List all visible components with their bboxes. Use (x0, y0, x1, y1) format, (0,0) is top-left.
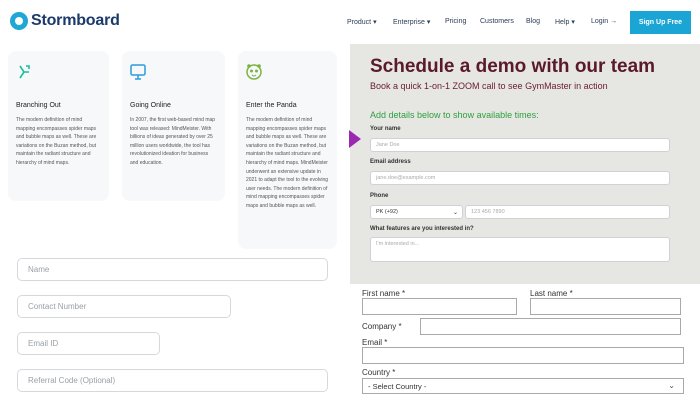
nav-customers[interactable]: Customers (480, 18, 514, 25)
your-name-input[interactable]: Jane Doe (370, 138, 670, 152)
chevron-down-icon: ▾ (373, 19, 377, 26)
features-textarea[interactable]: I'm interested in... (370, 237, 670, 262)
email-id-input[interactable]: Email ID (17, 332, 160, 355)
chevron-down-icon: ⌄ (668, 381, 675, 390)
nav-help-label: Help (555, 19, 570, 26)
nav-product[interactable]: Product ▾ (347, 18, 377, 26)
name-input[interactable]: Name (17, 258, 328, 281)
email-label: Email * (362, 338, 388, 347)
monitor-icon (130, 64, 146, 80)
nav-product-label: Product (347, 19, 372, 26)
country-select[interactable]: - Select Country - ⌄ (362, 378, 684, 394)
your-name-label: Your name (370, 126, 401, 132)
card-text: The modern definition of mind mapping en… (246, 117, 329, 209)
card-text: The modern definition of mind mapping en… (16, 117, 97, 166)
panda-icon (246, 64, 262, 80)
feature-card-online: Going Online In 2007, the first web-base… (122, 51, 225, 201)
top-nav: Stormboard Product ▾ Enterprise ▾ Pricin… (0, 0, 700, 44)
referral-code-input[interactable]: Referral Code (Optional) (17, 369, 328, 392)
demo-add-details: Add details below to show available time… (370, 110, 539, 120)
sign-up-button[interactable]: Sign Up Free (630, 11, 691, 34)
phone-country-value: PK (+92) (376, 209, 398, 215)
pointer-arrow-icon (349, 130, 361, 148)
company-label: Company * (362, 322, 402, 331)
last-name-input[interactable] (530, 298, 681, 315)
chevron-down-icon: ⌄ (452, 209, 458, 216)
schedule-demo-panel: Schedule a demo with our team Book a qui… (350, 44, 700, 284)
demo-subtitle: Book a quick 1-on-1 ZOOM call to see Gym… (370, 81, 608, 91)
nav-help[interactable]: Help ▾ (555, 18, 575, 26)
company-input[interactable] (420, 318, 681, 335)
card-text: In 2007, the first web-based mind map to… (130, 117, 216, 166)
feature-card-panda: Enter the Panda The modern definition of… (238, 51, 337, 249)
feature-card-branching: Branching Out The modern definition of m… (8, 51, 109, 201)
logo-text: Stormboard (31, 12, 120, 29)
nav-enterprise-label: Enterprise (393, 19, 425, 26)
branch-icon (19, 65, 30, 79)
features-label: What features are you interested in? (370, 226, 474, 232)
email-address-label: Email address (370, 159, 411, 165)
first-name-input[interactable] (362, 298, 517, 315)
nav-login[interactable]: Login → (591, 18, 617, 25)
nav-pricing[interactable]: Pricing (445, 18, 466, 25)
logo[interactable]: Stormboard (10, 12, 120, 30)
nav-blog[interactable]: Blog (526, 18, 540, 25)
stormboard-logo-icon (10, 12, 28, 30)
card-title: Going Online (130, 102, 171, 109)
email-input[interactable] (362, 347, 684, 364)
country-label: Country * (362, 368, 396, 377)
nav-enterprise[interactable]: Enterprise ▾ (393, 18, 430, 26)
phone-country-select[interactable]: PK (+92) ⌄ (370, 205, 463, 219)
demo-title: Schedule a demo with our team (370, 56, 656, 77)
chevron-down-icon: ▾ (426, 19, 431, 26)
first-name-label: First name * (362, 289, 406, 298)
contact-number-input[interactable]: Contact Number (17, 295, 231, 318)
email-address-input[interactable]: jane.doe@example.com (370, 171, 670, 185)
last-name-label: Last name * (530, 289, 573, 298)
chevron-down-icon: ▾ (571, 19, 575, 26)
card-title: Branching Out (16, 102, 61, 109)
phone-number-input[interactable]: 123 456 7890 (465, 205, 670, 219)
phone-label: Phone (370, 193, 389, 199)
card-title: Enter the Panda (246, 102, 297, 109)
country-selected-value: - Select Country - (368, 381, 427, 391)
